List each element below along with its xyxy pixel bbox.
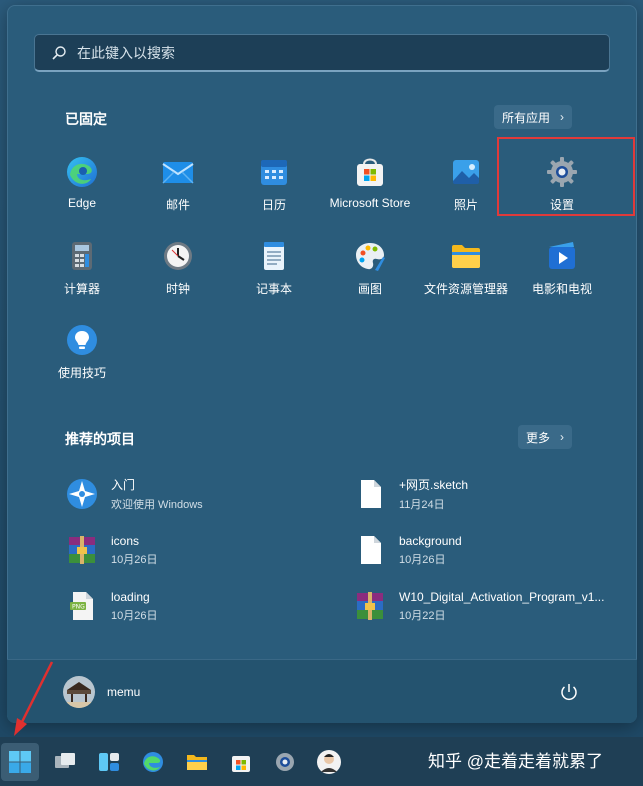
- recommended-item-name: 入门: [111, 478, 136, 492]
- app-edge[interactable]: Edge: [34, 147, 130, 217]
- app-label: 照片: [453, 198, 478, 212]
- app-paint[interactable]: 画图: [322, 231, 418, 301]
- file-icon: [361, 480, 381, 508]
- taskbar-task-view-button[interactable]: [46, 743, 84, 781]
- file-icon: [361, 536, 381, 564]
- all-apps-label: 所有应用: [502, 110, 551, 125]
- app-mail[interactable]: 邮件: [130, 147, 226, 217]
- user-name: memu: [107, 685, 141, 699]
- recommended-item-subtitle: 10月26日: [111, 609, 158, 622]
- recommended-item-subtitle: 欢迎使用 Windows: [111, 499, 203, 511]
- widgets-icon: [99, 753, 119, 771]
- app-label: 画图: [357, 282, 382, 296]
- svg-text:PNG: PNG: [72, 604, 85, 611]
- get-started-icon: [67, 479, 97, 509]
- recommended-item-subtitle: 10月26日: [111, 553, 158, 566]
- calendar-icon: [261, 160, 287, 185]
- task-view-icon: [55, 753, 75, 768]
- chevron-right-icon: ›: [560, 110, 565, 124]
- more-label: 更多: [526, 430, 551, 445]
- folder-icon: [452, 245, 480, 268]
- recommended-section-title: 推荐的项目: [65, 431, 135, 447]
- user-account-button[interactable]: memu: [63, 674, 140, 710]
- store-icon: [357, 158, 383, 186]
- taskbar-settings-button[interactable]: [266, 743, 304, 781]
- app-file-explorer[interactable]: 文件资源管理器: [418, 231, 514, 301]
- app-label: Edge: [67, 196, 97, 210]
- taskbar: 知乎 @走着走着就累了: [0, 737, 643, 786]
- recommended-item-name: background: [399, 533, 462, 548]
- app-label: 电影和电视: [531, 282, 592, 296]
- recommended-item-w10-activation[interactable]: W10_Digital_Activation_Program_v1... 10月…: [353, 584, 613, 628]
- notepad-icon: [264, 242, 284, 270]
- recommended-item-icons[interactable]: icons 10月26日: [65, 528, 325, 572]
- edge-icon: [143, 752, 163, 772]
- search-icon: [51, 45, 67, 61]
- more-button[interactable]: 更多 ›: [518, 425, 573, 449]
- search-input[interactable]: 在此键入以搜索: [34, 34, 610, 72]
- app-label: 邮件: [165, 198, 190, 212]
- app-label: 计算器: [63, 282, 100, 296]
- calculator-icon: [72, 242, 92, 270]
- recommended-item-loading[interactable]: PNG loading 10月26日: [65, 584, 325, 628]
- winrar-archive-icon: [357, 592, 383, 620]
- power-icon: [561, 684, 577, 701]
- app-label: 文件资源管理器: [423, 282, 508, 296]
- tips-icon: [67, 325, 97, 355]
- app-calendar[interactable]: 日历: [226, 147, 322, 217]
- recommended-item-get-started[interactable]: 入门 欢迎使用 Windows: [65, 472, 325, 516]
- taskbar-store-button[interactable]: [222, 743, 260, 781]
- file-explorer-icon: [187, 755, 207, 770]
- avatar-icon: [317, 750, 341, 774]
- taskbar-file-explorer-button[interactable]: [178, 743, 216, 781]
- app-calculator[interactable]: 计算器: [34, 231, 130, 301]
- recommended-item-subtitle: 10月22日: [399, 609, 446, 622]
- app-tips[interactable]: 使用技巧: [34, 315, 130, 385]
- settings-highlight-box: [497, 137, 635, 216]
- app-microsoft-store[interactable]: Microsoft Store: [322, 147, 418, 217]
- pinned-section-title: 已固定: [65, 111, 107, 127]
- settings-icon: [276, 753, 294, 771]
- avatar: [63, 676, 95, 708]
- start-menu-footer: memu: [7, 659, 637, 723]
- recommended-item-name: +网页.sketch: [399, 478, 469, 492]
- winrar-archive-icon: [69, 536, 95, 564]
- recommended-item-background[interactable]: background 10月26日: [353, 528, 613, 572]
- power-button[interactable]: [557, 680, 581, 704]
- app-label: 使用技巧: [57, 366, 106, 380]
- red-arrow-annotation: [14, 661, 54, 736]
- recommended-item-web-sketch[interactable]: +网页.sketch 11月24日: [353, 472, 613, 516]
- recommended-item-name: W10_Digital_Activation_Program_v1...: [399, 589, 605, 604]
- app-clock[interactable]: 时钟: [130, 231, 226, 301]
- store-icon: [232, 756, 250, 772]
- edge-icon: [67, 157, 97, 187]
- app-label: Microsoft Store: [329, 196, 411, 210]
- png-file-icon: PNG: [70, 592, 93, 620]
- recommended-item-subtitle: 10月26日: [399, 553, 446, 566]
- movies-icon: [549, 242, 575, 269]
- recommended-item-name: loading: [111, 589, 150, 604]
- start-menu: 在此键入以搜索 已固定 所有应用 › Edge 邮件 日历 Microsoft …: [7, 5, 637, 723]
- search-placeholder: 在此键入以搜索: [77, 44, 175, 61]
- all-apps-button[interactable]: 所有应用 ›: [494, 105, 573, 129]
- taskbar-edge-button[interactable]: [134, 743, 172, 781]
- app-movies-tv[interactable]: 电影和电视: [514, 231, 610, 301]
- mail-icon: [162, 162, 194, 184]
- taskbar-start-button[interactable]: [1, 743, 39, 781]
- taskbar-user-app-button[interactable]: [310, 743, 348, 781]
- chevron-right-icon: ›: [560, 430, 565, 444]
- app-label: 日历: [261, 198, 286, 212]
- paint-icon: [356, 243, 385, 271]
- app-label: 记事本: [255, 282, 292, 296]
- recommended-item-subtitle: 11月24日: [399, 499, 445, 511]
- start-icon: [9, 751, 31, 773]
- clock-icon: [164, 242, 192, 270]
- recommended-item-name: icons: [111, 533, 140, 548]
- taskbar-widgets-button[interactable]: [90, 743, 128, 781]
- photos-icon: [453, 160, 479, 184]
- app-label: 时钟: [165, 282, 190, 296]
- watermark-text: 知乎 @走着走着就累了: [428, 752, 603, 771]
- app-notepad[interactable]: 记事本: [226, 231, 322, 301]
